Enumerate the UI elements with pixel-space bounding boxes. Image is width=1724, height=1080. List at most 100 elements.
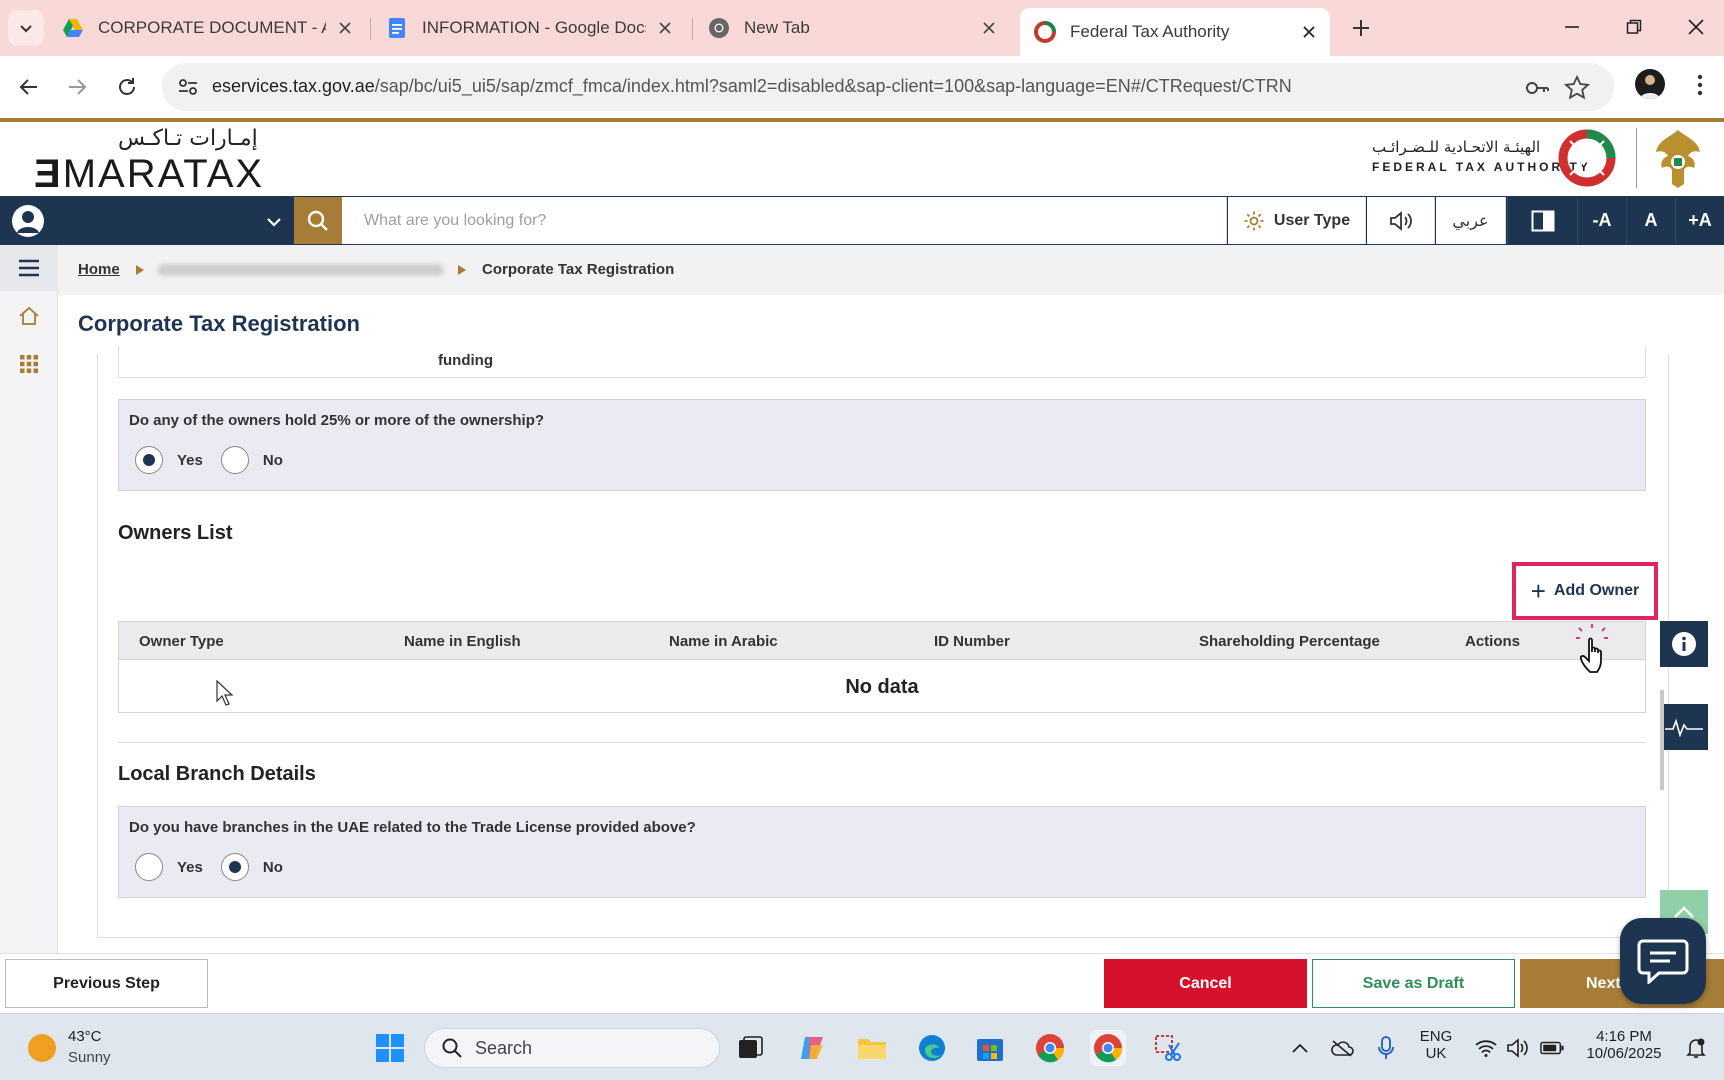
header-divider — [1636, 128, 1637, 188]
taskbar-search[interactable]: Search — [424, 1028, 720, 1068]
radio-selected-dot — [143, 454, 155, 466]
language-indicator[interactable]: ENG UK — [1412, 1028, 1460, 1062]
sun-icon[interactable] — [28, 1034, 56, 1062]
ownership-no-label[interactable]: No — [263, 452, 283, 469]
column-header-id-number[interactable]: ID Number — [934, 633, 1010, 650]
scrollbar-track[interactable] — [1660, 690, 1664, 790]
arrow-right-icon — [69, 79, 87, 95]
search-icon — [307, 210, 328, 231]
emaratax-logo[interactable]: ƎMARATAX — [34, 152, 264, 197]
tray-overflow-button[interactable] — [1288, 1036, 1312, 1060]
tab-new-tab[interactable]: New Tab — [708, 8, 1000, 48]
notifications-button[interactable] — [1684, 1036, 1708, 1060]
restore-button[interactable] — [1614, 12, 1654, 42]
ownership-yes-label[interactable]: Yes — [177, 452, 203, 469]
windows-icon — [376, 1034, 404, 1062]
browser-menu-button[interactable] — [1690, 70, 1710, 100]
branch-no-radio[interactable] — [220, 853, 249, 881]
ownership-no-radio[interactable] — [220, 446, 249, 474]
ownership-yes-radio[interactable] — [135, 446, 163, 474]
fta-favicon-icon — [1034, 21, 1056, 43]
breadcrumb-redacted-company[interactable] — [158, 264, 444, 276]
edge-button[interactable] — [914, 1030, 950, 1066]
microphone-button[interactable] — [1374, 1036, 1398, 1060]
back-button[interactable] — [12, 70, 46, 104]
save-draft-button[interactable]: Save as Draft — [1312, 959, 1515, 1008]
rail-home-button[interactable] — [0, 293, 58, 339]
column-header-shareholding[interactable]: Shareholding Percentage — [1199, 633, 1380, 650]
microphone-icon — [1378, 1036, 1394, 1059]
column-header-actions[interactable]: Actions — [1465, 633, 1520, 650]
search-button[interactable] — [294, 197, 342, 244]
branch-yes-label[interactable]: Yes — [177, 859, 203, 876]
ownership-question-box: Do any of the owners hold 25% or more of… — [118, 399, 1646, 491]
text-to-speech-button[interactable] — [1367, 197, 1435, 244]
file-explorer-button[interactable] — [854, 1030, 890, 1066]
chrome-taskbar-button[interactable] — [1032, 1030, 1068, 1066]
close-icon[interactable] — [1298, 21, 1320, 43]
breadcrumb-home-link[interactable]: Home — [78, 261, 120, 278]
star-icon[interactable] — [1564, 75, 1590, 101]
search-input[interactable] — [342, 197, 1226, 244]
task-view-button[interactable] — [732, 1030, 768, 1066]
close-icon[interactable] — [334, 17, 356, 39]
column-header-owner-type[interactable]: Owner Type — [139, 633, 224, 650]
site-settings-icon[interactable] — [176, 75, 200, 99]
tab-information-docs[interactable]: INFORMATION - Google Docs — [386, 8, 676, 48]
clock[interactable]: 4:16 PM 10/06/2025 — [1574, 1028, 1674, 1062]
chrome-active-button[interactable] — [1090, 1030, 1126, 1066]
start-button[interactable] — [372, 1030, 408, 1066]
minimize-button[interactable] — [1552, 12, 1592, 42]
battery-button[interactable] — [1540, 1036, 1564, 1060]
logo-e: Ǝ — [34, 152, 63, 196]
weather-temperature[interactable]: 43°C — [68, 1028, 102, 1045]
hamburger-button[interactable] — [0, 245, 58, 291]
wifi-button[interactable] — [1474, 1036, 1498, 1060]
url-field[interactable]: eservices.tax.gov.ae/sap/bc/ui5_ui5/sap/… — [162, 63, 1614, 111]
font-normal-button[interactable]: A — [1626, 197, 1675, 244]
user-menu-button[interactable] — [12, 205, 44, 237]
microsoft-store-button[interactable] — [972, 1030, 1008, 1066]
add-owner-label: Add Owner — [1553, 582, 1640, 599]
site-search-field[interactable] — [342, 197, 1227, 244]
close-window-button[interactable] — [1676, 12, 1716, 42]
weather-condition[interactable]: Sunny — [68, 1049, 111, 1066]
previous-step-button[interactable]: Previous Step — [5, 959, 208, 1008]
font-decrease-button[interactable]: -A — [1577, 197, 1626, 244]
rail-apps-button[interactable] — [0, 341, 58, 387]
volume-button[interactable] — [1506, 1036, 1530, 1060]
branch-no-label[interactable]: No — [263, 859, 283, 876]
chevron-down-icon[interactable] — [264, 212, 284, 232]
tab-search-button[interactable] — [8, 10, 44, 46]
language-region: UK — [1425, 1045, 1447, 1062]
user-type-button[interactable]: User Type — [1228, 197, 1366, 244]
font-increase-button[interactable]: +A — [1675, 197, 1724, 244]
language-toggle[interactable]: عربي — [1436, 197, 1506, 244]
tab-corporate-document[interactable]: CORPORATE DOCUMENT - Acc — [62, 8, 356, 48]
pulse-side-button[interactable] — [1660, 704, 1708, 750]
snipping-tool-button[interactable] — [1150, 1030, 1186, 1066]
reload-button[interactable] — [110, 70, 144, 104]
new-tab-button[interactable] — [1346, 13, 1376, 43]
more-vert-icon — [1697, 74, 1703, 96]
cancel-button[interactable]: Cancel — [1104, 959, 1307, 1008]
pulse-icon — [1665, 718, 1703, 737]
copilot-button[interactable] — [794, 1030, 830, 1066]
language-code: ENG — [1419, 1028, 1453, 1045]
chat-button[interactable] — [1620, 918, 1706, 1004]
branch-yes-radio[interactable] — [135, 853, 163, 881]
ownership-radio-group: Yes No — [135, 446, 301, 474]
close-icon[interactable] — [978, 17, 1000, 39]
column-header-name-arabic[interactable]: Name in Arabic — [669, 633, 778, 650]
tab-federal-tax-authority[interactable]: Federal Tax Authority — [1020, 8, 1330, 56]
add-owner-button[interactable]: + Add Owner — [1512, 562, 1658, 620]
column-header-name-english[interactable]: Name in English — [404, 633, 521, 650]
close-icon[interactable] — [654, 17, 676, 39]
onedrive-button[interactable] — [1330, 1036, 1354, 1060]
forward-button[interactable] — [60, 70, 94, 104]
info-side-button[interactable] — [1660, 621, 1708, 667]
key-icon[interactable] — [1524, 75, 1550, 101]
profile-avatar[interactable] — [1635, 69, 1665, 99]
hamburger-icon — [19, 259, 39, 277]
contrast-toggle[interactable] — [1507, 197, 1577, 244]
